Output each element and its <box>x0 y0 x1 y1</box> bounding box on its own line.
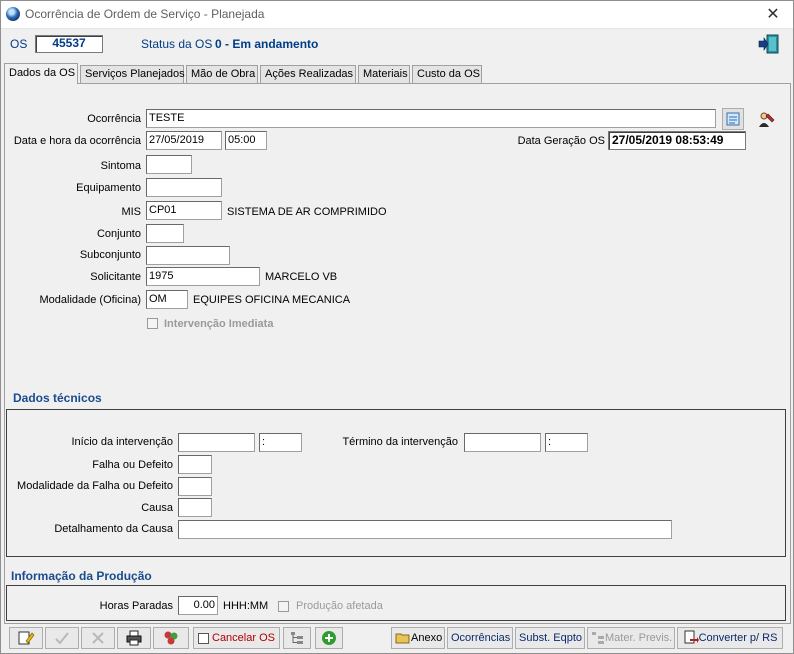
horas-paradas-label: Horas Paradas <box>99 600 173 612</box>
app-globe-icon <box>6 7 20 21</box>
producao-afetada-checkbox[interactable] <box>278 601 289 612</box>
ocorrencia-label: Ocorrência <box>87 113 141 125</box>
exit-door-icon <box>758 34 779 54</box>
modalidade-input[interactable]: OM <box>146 290 188 309</box>
tree-list-disabled-icon <box>592 632 604 645</box>
tools-person-button[interactable] <box>754 108 776 130</box>
solicitante-input[interactable]: 1975 <box>146 267 260 286</box>
tab-servicos-planejados[interactable]: Serviços Planejados <box>80 65 185 83</box>
cancel-edit-button[interactable] <box>81 627 115 649</box>
tab-dados-da-os[interactable]: Dados da OS <box>4 63 78 84</box>
x-icon <box>92 632 104 644</box>
equipamento-input[interactable] <box>146 178 222 197</box>
calendar-button[interactable] <box>722 108 744 130</box>
edit-button[interactable] <box>9 627 43 649</box>
os-number: 45537 <box>35 35 103 53</box>
check-icon <box>55 632 69 645</box>
tab-custo-da-os[interactable]: Custo da OS <box>412 65 482 83</box>
people-icon <box>164 631 178 645</box>
sintoma-label: Sintoma <box>100 160 141 172</box>
folder-icon <box>395 633 410 644</box>
data-geracao-label: Data Geração OS <box>517 135 605 147</box>
termino-hora-input[interactable]: : <box>545 433 588 452</box>
data-hora-label: Data e hora da ocorrência <box>13 135 141 147</box>
ocorrencias-button[interactable]: Ocorrências <box>447 627 513 649</box>
convert-document-icon <box>684 630 699 644</box>
people-button[interactable] <box>153 627 189 649</box>
termino-intervencao-label: Término da intervenção <box>342 436 458 448</box>
close-button[interactable]: ✕ <box>753 1 793 29</box>
conjunto-input[interactable] <box>146 224 184 243</box>
cancelar-os-button[interactable]: Cancelar OS <box>193 627 280 649</box>
producao-title: Informação da Produção <box>11 569 152 583</box>
os-label: OS <box>10 37 28 51</box>
modalidade-falha-label: Modalidade da Falha ou Defeito <box>17 480 173 492</box>
horas-paradas-input[interactable]: 0.00 <box>178 596 218 615</box>
exit-door-button[interactable] <box>758 33 780 55</box>
window: Ocorrência de Ordem de Serviço - Planeja… <box>0 0 794 654</box>
status-label: Status da OS <box>141 37 213 51</box>
data-geracao-value: 27/05/2019 08:53:49 <box>608 131 746 150</box>
detalhamento-causa-input[interactable] <box>178 520 672 539</box>
plus-circle-icon <box>322 631 336 646</box>
modalidade-label: Modalidade (Oficina) <box>39 294 142 306</box>
conjunto-label: Conjunto <box>96 228 141 240</box>
solicitante-label: Solicitante <box>90 271 141 283</box>
causa-input[interactable] <box>178 498 212 517</box>
mis-input[interactable]: CP01 <box>146 201 222 220</box>
causa-label: Causa <box>141 502 173 514</box>
add-button[interactable] <box>315 627 343 649</box>
edit-note-icon <box>18 631 35 645</box>
falha-defeito-label: Falha ou Defeito <box>92 459 173 471</box>
modalidade-falha-input[interactable] <box>178 477 212 496</box>
falha-defeito-input[interactable] <box>178 455 212 474</box>
bottom-toolbar: Cancelar OS Anexo Ocorrências Subst. Eqp… <box>1 625 793 653</box>
intervencao-imediata-label: Intervenção Imediata <box>164 318 274 330</box>
modalidade-description: EQUIPES OFICINA MECANICA <box>193 294 351 306</box>
notepad-icon <box>726 112 740 126</box>
dados-tecnicos-title: Dados técnicos <box>13 391 102 405</box>
inicio-intervencao-label: Início da intervenção <box>71 436 173 448</box>
confirm-button[interactable] <box>45 627 79 649</box>
subconjunto-label: Subconjunto <box>79 249 141 261</box>
mater-previs-label: Mater. Previs. <box>605 632 673 644</box>
tab-acoes-realizadas[interactable]: Ações Realizadas <box>260 65 356 83</box>
subst-eqpto-button[interactable]: Subst. Eqpto <box>515 627 585 649</box>
converter-rs-label: Converter p/ RS <box>698 632 778 644</box>
ocorrencia-input[interactable]: TESTE <box>146 109 716 128</box>
tree-button[interactable] <box>283 627 311 649</box>
window-title: Ocorrência de Ordem de Serviço - Planeja… <box>25 7 265 21</box>
cancelar-os-checkbox-icon <box>198 632 209 644</box>
converter-rs-button[interactable]: Converter p/ RS <box>677 627 783 649</box>
producao-afetada-label: Produção afetada <box>296 600 383 612</box>
tree-list-icon <box>291 632 303 645</box>
mater-previs-button[interactable]: Mater. Previs. <box>587 627 675 649</box>
anexo-label: Anexo <box>411 632 443 644</box>
horas-unit: HHH:MM <box>223 600 269 612</box>
hora-ocorrencia-input[interactable]: 05:00 <box>225 131 267 150</box>
solicitante-description: MARCELO VB <box>265 271 338 283</box>
termino-data-input[interactable] <box>464 433 541 452</box>
tab-mao-de-obra[interactable]: Mão de Obra <box>186 65 258 83</box>
wrench-person-icon <box>759 112 775 127</box>
inicio-hora-input[interactable]: : <box>259 433 302 452</box>
status-value: 0 - Em andamento <box>215 37 319 51</box>
tab-strip: Dados da OS Serviços Planejados Mão de O… <box>4 63 792 84</box>
sintoma-input[interactable] <box>146 155 192 174</box>
title-bar: Ocorrência de Ordem de Serviço - Planeja… <box>1 1 793 29</box>
tab-materiais[interactable]: Materiais <box>358 65 410 83</box>
anexo-button[interactable]: Anexo <box>391 627 445 649</box>
subconjunto-input[interactable] <box>146 246 230 265</box>
data-ocorrencia-input[interactable]: 27/05/2019 <box>146 131 222 150</box>
detalhamento-causa-label: Detalhamento da Causa <box>54 523 173 535</box>
printer-icon <box>126 630 142 646</box>
intervencao-imediata-checkbox[interactable] <box>147 318 158 329</box>
inicio-data-input[interactable] <box>178 433 255 452</box>
print-button[interactable] <box>117 627 151 649</box>
mis-description: SISTEMA DE AR COMPRIMIDO <box>227 206 387 218</box>
cancelar-os-label: Cancelar OS <box>212 632 275 644</box>
equipamento-label: Equipamento <box>76 182 141 194</box>
mis-label: MIS <box>121 206 141 218</box>
